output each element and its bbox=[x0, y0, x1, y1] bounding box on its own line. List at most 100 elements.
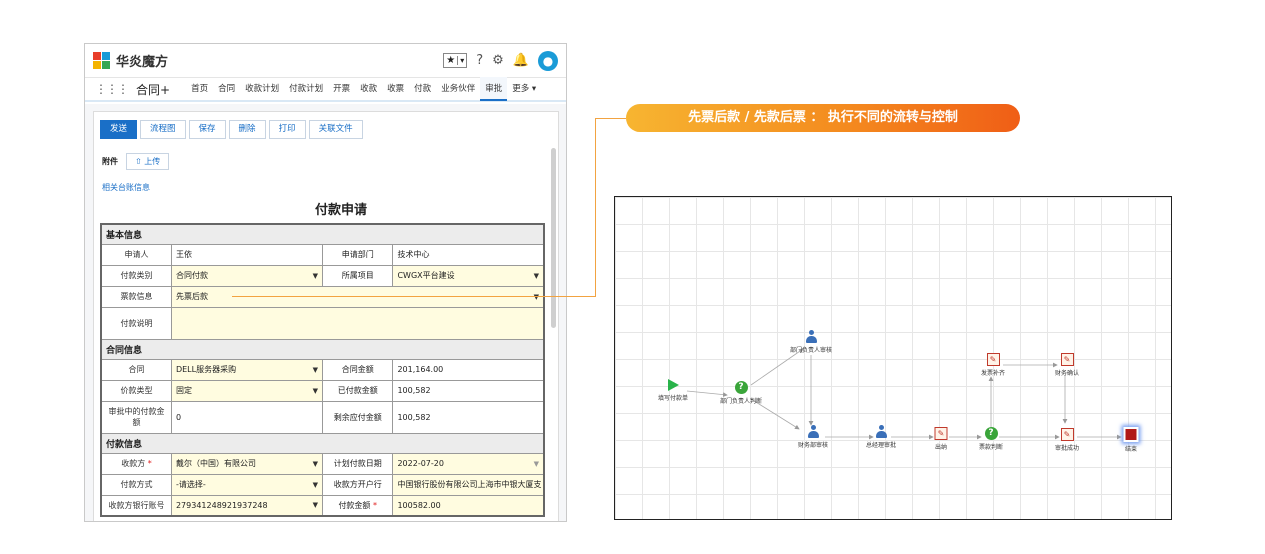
node-label: 结束 bbox=[1124, 446, 1137, 453]
flowchart-button[interactable]: 流程图 bbox=[140, 120, 186, 139]
user-icon bbox=[806, 425, 819, 438]
project-select[interactable]: CWGX平台建设 ▼ bbox=[392, 264, 545, 287]
section-payment: 付款信息 bbox=[100, 432, 545, 454]
user-icon bbox=[874, 425, 887, 438]
task-icon: ✎ bbox=[986, 353, 1000, 366]
plan-date-label: 计划付款日期 bbox=[321, 452, 394, 475]
app-window: 华炎魔方 ★ ▾ ? ⚙ 🔔 ● ⋮⋮⋮ 合同+ 首页 合同 收款计划 付款计划 … bbox=[84, 43, 567, 522]
save-button[interactable]: 保存 bbox=[188, 120, 226, 139]
chevron-down-icon: ▾ bbox=[457, 56, 466, 65]
amount-label-text: 付款金额 bbox=[338, 500, 371, 510]
nav-item-invoice-received[interactable]: 收票 bbox=[382, 77, 409, 101]
action-toolbar: 发送 流程图 保存 删除 打印 关联文件 bbox=[94, 112, 558, 139]
contract-select[interactable]: DELL服务器采购 ▼ bbox=[170, 358, 323, 381]
callout-connector bbox=[595, 118, 596, 296]
node-gm-approve[interactable]: 总经理审批 bbox=[866, 425, 896, 449]
node-label: 发票补齐 bbox=[980, 370, 1006, 377]
node-label: 出纳 bbox=[934, 444, 947, 451]
dept-field: 技术中心 bbox=[392, 243, 545, 266]
node-label: 财务确认 bbox=[1054, 370, 1080, 377]
node-dept-approve[interactable]: 部门负责人审核 bbox=[790, 330, 832, 354]
nav-item-contract[interactable]: 合同 bbox=[213, 77, 240, 101]
payment-form-table: 基本信息 申请人 王依 申请部门 技术中心 付款类别 合同付款 ▼ 所属项目 CW… bbox=[100, 223, 545, 517]
caret-down-icon: ▼ bbox=[312, 386, 318, 395]
nav-item-receipts[interactable]: 收款 bbox=[355, 77, 382, 101]
applicant-label: 申请人 bbox=[100, 243, 172, 266]
nav-item-receipt-plan[interactable]: 收款计划 bbox=[240, 77, 284, 101]
nav-item-partners[interactable]: 业务伙伴 bbox=[436, 77, 480, 101]
delete-button[interactable]: 删除 bbox=[228, 120, 266, 139]
node-end[interactable]: 结束 bbox=[1123, 427, 1139, 453]
pay-type-value: 合同付款 bbox=[175, 271, 208, 280]
method-select[interactable]: -请选择- ▼ bbox=[170, 473, 323, 496]
callout-connector bbox=[232, 296, 596, 297]
dept-label: 申请部门 bbox=[321, 243, 394, 266]
nav-item-more[interactable]: 更多 ▾ bbox=[507, 77, 541, 101]
nav-item-home[interactable]: 首页 bbox=[186, 77, 213, 101]
callout-connector bbox=[595, 118, 626, 119]
node-dept-judge[interactable]: ? 部门负责人判断 bbox=[720, 381, 762, 405]
app-name: 合同+ bbox=[136, 82, 171, 97]
plan-date-picker[interactable]: 2022-07-20 ▼ bbox=[392, 452, 545, 475]
node-label: 审批成功 bbox=[1054, 445, 1080, 452]
payee-label-text: 收款方 bbox=[121, 459, 146, 468]
nav-item-invoicing[interactable]: 开票 bbox=[328, 77, 355, 101]
account-value: 279341248921937248 bbox=[175, 500, 268, 510]
node-cashier[interactable]: ✎ 出纳 bbox=[934, 427, 948, 451]
help-icon[interactable]: ? bbox=[476, 53, 483, 68]
task-icon: ✎ bbox=[934, 427, 948, 440]
node-approve-success[interactable]: ✎ 审批成功 bbox=[1055, 428, 1079, 452]
caret-down-icon: ▼ bbox=[312, 365, 318, 374]
workflow-edges bbox=[686, 348, 1122, 440]
amount-field[interactable]: 100582.00 bbox=[392, 494, 545, 517]
nav-bar: ⋮⋮⋮ 合同+ 首页 合同 收款计划 付款计划 开票 收款 收票 付款 业务伙伴… bbox=[85, 77, 566, 102]
contract-amount-field: 201,164.00 bbox=[392, 358, 545, 381]
invoice-value: 先票后款 bbox=[175, 292, 208, 301]
project-label: 所属项目 bbox=[321, 264, 394, 287]
desc-textarea[interactable] bbox=[170, 306, 545, 340]
node-finance-approve[interactable]: 财务部审核 bbox=[798, 425, 828, 449]
plan-date-value: 2022-07-20 bbox=[397, 459, 444, 468]
send-button[interactable]: 发送 bbox=[100, 120, 138, 139]
node-start[interactable]: 填写付款单 bbox=[658, 379, 688, 402]
gear-icon[interactable]: ⚙ bbox=[492, 53, 504, 68]
node-label: 票款判断 bbox=[978, 444, 1004, 451]
nav-item-payment-plan[interactable]: 付款计划 bbox=[284, 77, 328, 101]
bell-icon[interactable]: 🔔 bbox=[513, 53, 529, 68]
bank-field[interactable]: 中国银行股份有限公司上海市中银大厦支 bbox=[392, 473, 545, 496]
payee-select[interactable]: 戴尔（中国）有限公司 ▼ bbox=[170, 452, 323, 475]
node-invoice-judge[interactable]: ? 票款判断 bbox=[979, 427, 1003, 451]
avatar[interactable]: ● bbox=[538, 50, 558, 71]
section-basic: 基本信息 bbox=[100, 223, 545, 245]
content-area: 发送 流程图 保存 删除 打印 关联文件 附件 ⇧ 上传 相关台账信息 付款申请… bbox=[85, 104, 566, 521]
required-mark: * bbox=[372, 500, 377, 510]
node-label: 部门负责人判断 bbox=[719, 398, 763, 405]
price-type-select[interactable]: 固定 ▼ bbox=[170, 379, 323, 402]
upload-label: 上传 bbox=[144, 157, 161, 166]
node-invoice-supplement[interactable]: ✎ 发票补齐 bbox=[981, 353, 1005, 377]
app-launcher-icon[interactable]: ⋮⋮⋮ bbox=[95, 82, 129, 96]
nav-item-payment[interactable]: 付款 bbox=[409, 77, 436, 101]
end-icon bbox=[1123, 427, 1139, 442]
price-type-value: 固定 bbox=[175, 386, 192, 395]
favorite-button[interactable]: ★ ▾ bbox=[443, 53, 468, 68]
node-finance-confirm[interactable]: ✎ 财务确认 bbox=[1055, 353, 1079, 377]
required-mark: * bbox=[147, 459, 152, 468]
account-select[interactable]: 279341248921937248 ▼ bbox=[170, 494, 323, 517]
decision-icon: ? bbox=[984, 427, 998, 440]
method-label: 付款方式 bbox=[100, 473, 172, 496]
caret-down-icon: ▼ bbox=[533, 459, 539, 468]
related-files-button[interactable]: 关联文件 bbox=[308, 120, 363, 139]
print-button[interactable]: 打印 bbox=[268, 120, 306, 139]
payee-label: 收款方 * bbox=[100, 452, 172, 475]
related-ledger-link[interactable]: 相关台账信息 bbox=[102, 182, 558, 193]
upload-button[interactable]: ⇧ 上传 bbox=[126, 153, 170, 170]
section-contract: 合同信息 bbox=[100, 338, 545, 360]
account-label: 收款方银行账号 bbox=[100, 494, 172, 517]
node-label: 财务部审核 bbox=[797, 442, 829, 449]
remaining-amount-label: 剩余应付金额 bbox=[321, 400, 394, 434]
title-bar: 华炎魔方 ★ ▾ ? ⚙ 🔔 ● bbox=[85, 44, 566, 78]
pay-type-select[interactable]: 合同付款 ▼ bbox=[170, 264, 323, 287]
scrollbar[interactable] bbox=[551, 148, 556, 328]
nav-item-approval[interactable]: 审批 bbox=[480, 77, 508, 101]
